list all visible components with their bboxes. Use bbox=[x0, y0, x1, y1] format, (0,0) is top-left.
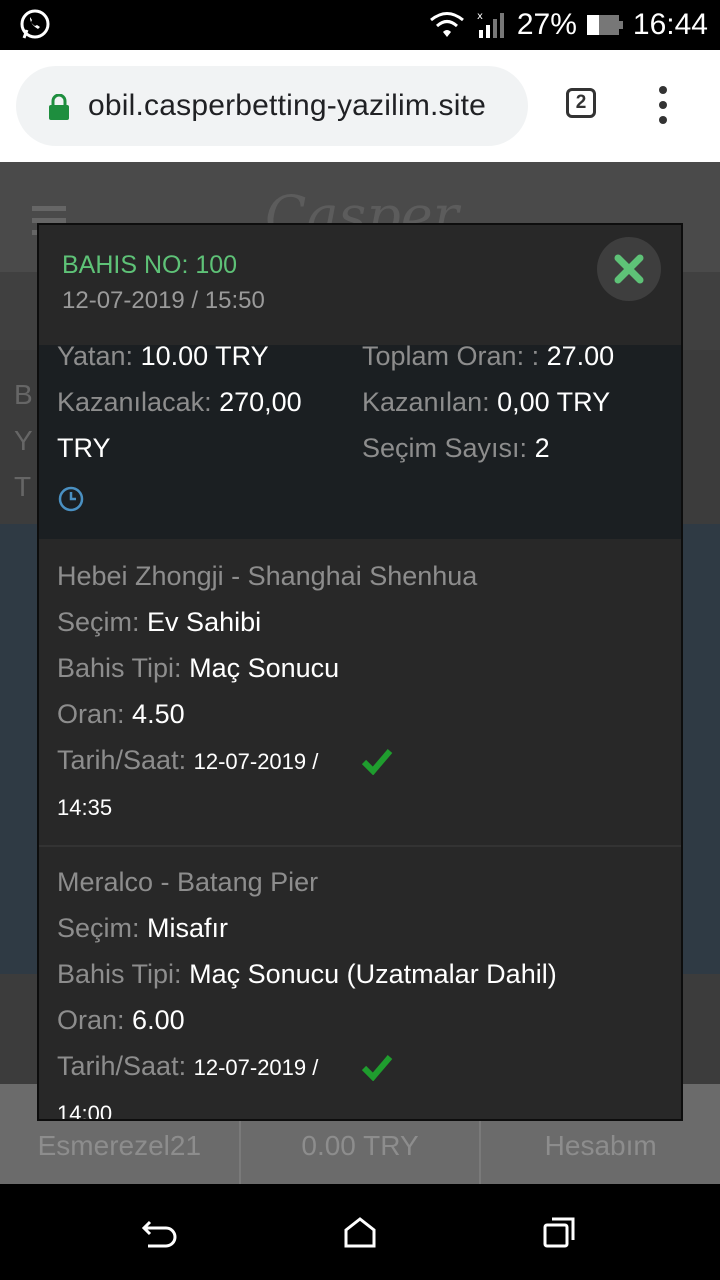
choice-row: Seçim: Misafır bbox=[57, 913, 229, 943]
check-icon bbox=[361, 749, 393, 775]
battery-percent: 27% bbox=[516, 8, 577, 41]
bet-type-row: Bahis Tipi: Maç Sonucu (Uzatmalar Dahil) bbox=[57, 959, 557, 989]
bet-detail-modal: BAHIS NO: 100 12-07-2019 / 15:50 Yatan: … bbox=[37, 223, 683, 1121]
browser-menu-button[interactable] bbox=[655, 86, 671, 126]
total-odds-row: Toplam Oran: : 27.00 bbox=[362, 341, 615, 371]
battery-icon bbox=[586, 15, 623, 35]
wifi-icon bbox=[429, 12, 464, 37]
dot-icon bbox=[659, 116, 667, 124]
bet-type-row: Bahis Tipi: Maç Sonucu bbox=[57, 653, 340, 683]
potential-win-row: Kazanılacak: 270,00 bbox=[57, 387, 302, 417]
choice-row: Seçim: Ev Sahibi bbox=[57, 607, 262, 637]
whatsapp-icon bbox=[20, 9, 50, 39]
match-time: 14:00 bbox=[57, 1101, 113, 1121]
selection-item: Meralco - Batang Pier Seçim: Misafır Bah… bbox=[39, 845, 681, 1121]
bet-number: BAHIS NO: 100 bbox=[62, 251, 238, 279]
address-bar[interactable]: obil.casperbetting-yazilim.site bbox=[16, 66, 528, 146]
datetime-row: Tarih/Saat: 12-07-2019 / bbox=[57, 745, 319, 775]
tab-switcher-button[interactable]: 2 bbox=[566, 88, 596, 118]
odds-row: Oran: 4.50 bbox=[57, 699, 185, 729]
selection-item: Hebei Zhongji - Shanghai Shenhua Seçim: … bbox=[39, 539, 681, 847]
home-icon[interactable] bbox=[342, 1216, 378, 1248]
status-bar: x 27% 16:44 bbox=[0, 0, 720, 50]
svg-text:x: x bbox=[477, 11, 483, 22]
signal-icon: x bbox=[477, 11, 504, 38]
bet-summary: Yatan: 10.00 TRY Toplam Oran: : 27.00 Ka… bbox=[39, 341, 681, 539]
url-text: obil.casperbetting-yazilim.site bbox=[88, 89, 487, 122]
selection-count-row: Seçim Sayısı: 2 bbox=[362, 433, 550, 463]
match-time: 14:35 bbox=[57, 795, 113, 820]
datetime-row: Tarih/Saat: 12-07-2019 / bbox=[57, 1051, 319, 1081]
won-row: Kazanılan: 0,00 TRY bbox=[362, 387, 611, 417]
recents-icon[interactable] bbox=[542, 1216, 578, 1248]
dot-icon bbox=[659, 101, 667, 109]
match-name: Meralco - Batang Pier bbox=[57, 867, 319, 897]
close-icon bbox=[614, 254, 644, 284]
dot-icon bbox=[659, 86, 667, 94]
browser-toolbar: obil.casperbetting-yazilim.site 2 bbox=[0, 50, 720, 162]
side-letters: B Y T bbox=[14, 379, 33, 502]
system-nav-bar bbox=[0, 1184, 720, 1280]
check-icon bbox=[361, 1055, 393, 1081]
modal-header: BAHIS NO: 100 12-07-2019 / 15:50 bbox=[39, 225, 681, 347]
clock-time: 16:44 bbox=[632, 8, 708, 41]
lock-icon bbox=[49, 94, 69, 120]
stake-row: Yatan: 10.00 TRY bbox=[57, 341, 269, 371]
close-button[interactable] bbox=[597, 237, 661, 301]
back-icon[interactable] bbox=[140, 1216, 180, 1248]
odds-row: Oran: 6.00 bbox=[57, 1005, 185, 1035]
clock-icon bbox=[58, 486, 84, 512]
bet-datetime: 12-07-2019 / 15:50 bbox=[62, 287, 265, 314]
potential-currency: TRY bbox=[57, 433, 111, 463]
match-name: Hebei Zhongji - Shanghai Shenhua bbox=[57, 561, 478, 591]
